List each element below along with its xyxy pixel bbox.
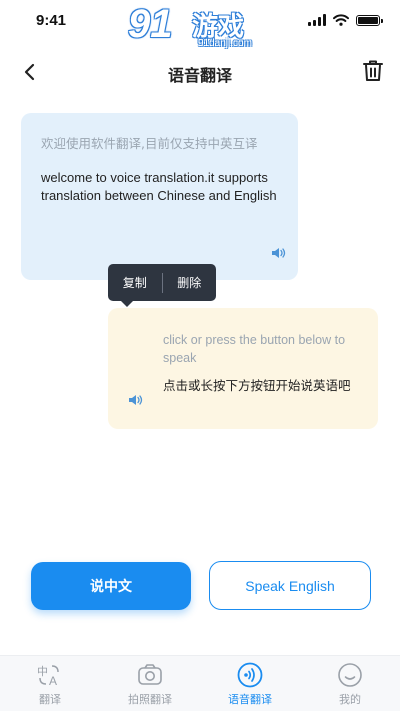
wifi-icon <box>333 14 349 26</box>
tab-label: 拍照翻译 <box>128 693 172 706</box>
delete-menu-item[interactable]: 删除 <box>163 274 217 291</box>
context-menu: 复制 删除 <box>108 264 217 307</box>
tab-mine[interactable]: 我的 <box>300 656 400 711</box>
watermark-logo: 91 游戏 91danji.com <box>128 2 273 54</box>
camera-icon <box>137 662 163 688</box>
page-title: 语音翻译 <box>167 66 232 85</box>
svg-text:中: 中 <box>37 665 48 678</box>
copy-menu-item[interactable]: 复制 <box>108 274 162 291</box>
status-icons <box>308 14 383 26</box>
message-bubble-english[interactable]: click or press the button below to speak… <box>108 308 378 429</box>
svg-text:A: A <box>49 674 57 687</box>
tab-label: 翻译 <box>39 693 61 706</box>
message-source-text: 欢迎使用软件翻译,目前仅支持中英互译 <box>41 136 258 151</box>
message-source-text: click or press the button below to speak <box>163 333 346 365</box>
tab-translate[interactable]: 中 A 翻译 <box>0 656 100 711</box>
tab-voice-translate[interactable]: 语音翻译 <box>200 656 300 711</box>
status-time: 9:41 <box>36 12 67 29</box>
speak-english-button[interactable]: Speak English <box>209 561 371 610</box>
cellular-signal-icon <box>308 14 326 26</box>
speak-chinese-button[interactable]: 说中文 <box>31 562 191 610</box>
message-bubble-chinese[interactable]: 欢迎使用软件翻译,目前仅支持中英互译 welcome to voice tran… <box>21 113 298 280</box>
text-translate-icon: 中 A <box>37 662 63 688</box>
delete-all-button[interactable] <box>358 56 388 86</box>
battery-icon <box>356 14 383 26</box>
bottom-tab-bar: 中 A 翻译 拍照翻译 语音翻译 我的 <box>0 655 400 711</box>
speaker-icon[interactable] <box>127 393 143 407</box>
watermark-number: 91 <box>128 2 173 46</box>
voice-icon <box>237 662 263 688</box>
speaker-icon[interactable] <box>270 246 286 260</box>
tab-label: 我的 <box>339 693 361 706</box>
tab-label: 语音翻译 <box>228 693 272 706</box>
trash-icon <box>363 60 383 81</box>
watermark-url: 91danji.com <box>198 38 252 49</box>
message-translation-text: 点击或长按下方按钮开始说英语吧 <box>163 378 351 393</box>
tab-photo-translate[interactable]: 拍照翻译 <box>100 656 200 711</box>
smiley-icon <box>337 662 363 688</box>
message-translation-text: welcome to voice translation.it supports… <box>41 170 277 203</box>
nav-bar: 语音翻译 <box>0 50 400 94</box>
